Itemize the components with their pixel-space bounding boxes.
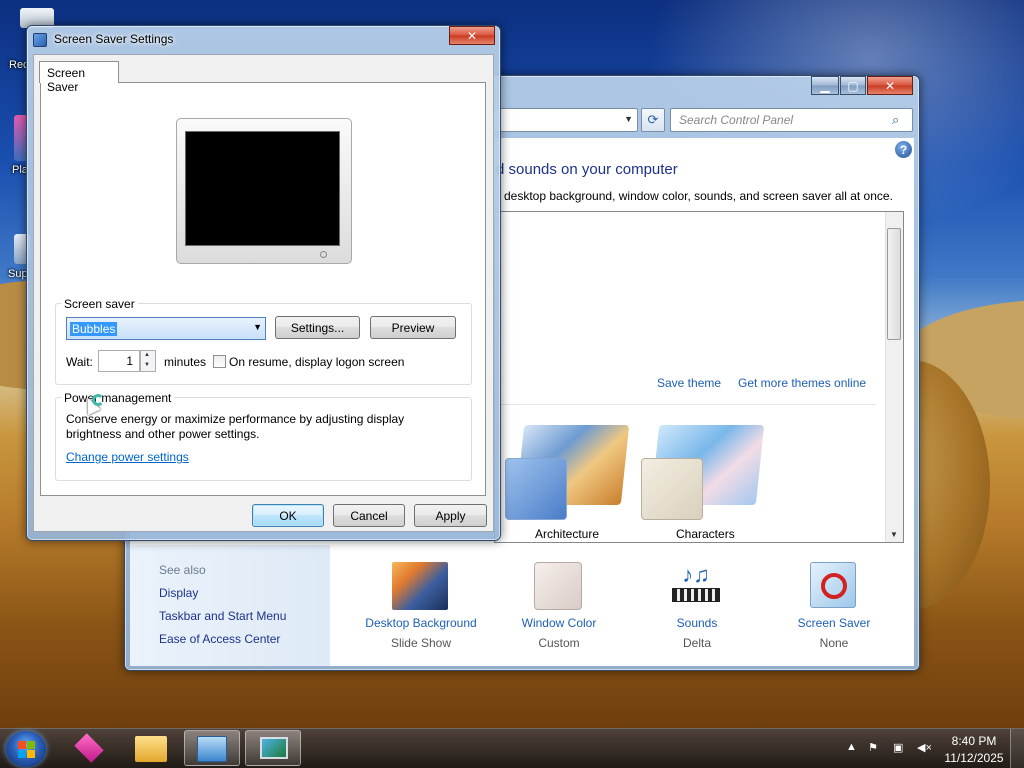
screen-saver-select[interactable]: Bubbles ▼ <box>66 317 266 340</box>
scroll-down-icon[interactable]: ▼ <box>890 530 898 539</box>
change-power-settings-link[interactable]: Change power settings <box>66 450 189 464</box>
display-link[interactable]: Display <box>159 586 198 600</box>
desktop-background-label[interactable]: Desktop Background <box>351 616 491 630</box>
start-button[interactable] <box>6 731 46 767</box>
see-also-title: See also <box>159 563 206 577</box>
desktop-icon-label: Sup <box>8 268 28 280</box>
selected-screen-saver: Bubbles <box>70 322 118 336</box>
monitor-screen <box>185 131 340 246</box>
resume-logon-checkbox[interactable] <box>213 355 226 368</box>
maximize-button[interactable]: ▢ <box>840 76 866 95</box>
apply-button[interactable]: Apply <box>414 504 487 527</box>
sounds-item[interactable]: Sounds Delta <box>627 616 767 650</box>
windows-logo-icon <box>18 741 26 749</box>
characters-theme-preview[interactable] <box>641 458 703 520</box>
dialog-title: Screen Saver Settings <box>54 32 174 46</box>
network-icon[interactable]: ▣ <box>893 741 903 754</box>
power-led-icon <box>320 251 327 258</box>
sounds-label[interactable]: Sounds <box>627 616 767 630</box>
screen-saver-label[interactable]: Screen Saver <box>764 616 904 630</box>
minimize-button[interactable]: ▁ <box>811 76 839 95</box>
page-description: desktop background, window color, sounds… <box>504 189 893 203</box>
theme-name: Architecture <box>535 527 600 541</box>
cancel-button[interactable]: Cancel <box>333 504 405 527</box>
desktop-background-item[interactable]: Desktop Background Slide Show <box>351 616 491 650</box>
busy-indicator-icon <box>92 394 104 406</box>
window-color-icon[interactable] <box>534 562 582 610</box>
sounds-value: Delta <box>682 636 711 650</box>
no-entry-icon <box>821 573 847 599</box>
screen-saver-item[interactable]: Screen Saver None <box>764 616 904 650</box>
wait-stepper[interactable]: ▲ ▼ <box>140 350 156 372</box>
theme-name: Characters <box>676 527 735 541</box>
windows-logo-icon <box>27 750 35 758</box>
taskbar-control-panel-button[interactable] <box>184 730 240 766</box>
taskbar-display-button[interactable] <box>245 730 301 766</box>
app-icon <box>74 733 104 763</box>
wait-label: Wait: <box>66 355 93 369</box>
show-desktop-button[interactable] <box>1010 729 1024 768</box>
control-panel-icon <box>197 736 227 762</box>
architecture-theme-selected[interactable] <box>505 458 567 520</box>
screen-saver-icon[interactable] <box>810 562 856 608</box>
search-icon[interactable]: ⌕ <box>892 112 906 127</box>
spin-up-icon[interactable]: ▲ <box>144 352 150 358</box>
tab-screen-saver[interactable]: Screen Saver <box>39 61 119 94</box>
show-hidden-icons[interactable]: ▲ <box>846 741 857 753</box>
volume-muted-icon[interactable]: ◀× <box>917 741 932 754</box>
wait-minutes-input[interactable]: 1 <box>98 350 140 372</box>
power-description: Conserve energy or maximize performance … <box>66 412 405 441</box>
get-more-themes-link[interactable]: Get more themes online <box>738 376 866 390</box>
window-color-label[interactable]: Window Color <box>489 616 629 630</box>
minutes-label: minutes <box>164 355 207 369</box>
windows-logo-icon <box>27 741 35 749</box>
page-title: d sounds on your computer <box>496 161 678 178</box>
taskbar-start-menu-link[interactable]: Taskbar and Start Menu <box>159 609 286 623</box>
taskbar-app-button[interactable] <box>62 730 118 766</box>
chevron-down-icon[interactable]: ▼ <box>253 322 262 332</box>
display-icon <box>260 737 288 759</box>
clock-date[interactable]: 11/12/2025 <box>944 751 1004 765</box>
ok-button[interactable]: OK <box>252 504 324 527</box>
close-button[interactable]: ✕ <box>867 76 913 95</box>
clock-time[interactable]: 8:40 PM <box>949 734 999 748</box>
resume-logon-label[interactable]: On resume, display logon screen <box>229 355 404 369</box>
ease-of-access-link[interactable]: Ease of Access Center <box>159 632 280 646</box>
chevron-down-icon[interactable]: ▼ <box>624 114 633 124</box>
scrollbar-thumb[interactable] <box>887 228 901 340</box>
desktop-background-value: Slide Show <box>390 636 452 650</box>
desktop-background-icon[interactable] <box>392 562 448 610</box>
refresh-icon[interactable]: ⟳ <box>641 108 665 132</box>
screen-saver-title-icon <box>33 33 47 47</box>
screen-saver-value: None <box>819 636 849 650</box>
search-input[interactable]: Search Control Panel <box>670 108 913 132</box>
taskbar-explorer-button[interactable] <box>123 730 179 766</box>
close-button[interactable]: ✕ <box>449 26 495 45</box>
help-icon[interactable]: ? <box>895 141 912 158</box>
action-center-icon[interactable]: ⚑ <box>868 741 878 754</box>
spin-down-icon[interactable]: ▼ <box>144 362 150 368</box>
group-label: Screen saver <box>61 297 138 311</box>
sounds-icon[interactable]: ♪♫ <box>672 564 720 610</box>
preview-button[interactable]: Preview <box>370 316 456 339</box>
group-label: Power management <box>61 391 175 405</box>
file-explorer-icon <box>135 736 167 762</box>
divider <box>498 404 876 405</box>
window-color-item[interactable]: Window Color Custom <box>489 616 629 650</box>
save-theme-link[interactable]: Save theme <box>657 376 721 390</box>
window-color-value: Custom <box>538 636 580 650</box>
windows-logo-icon <box>18 750 26 758</box>
settings-button[interactable]: Settings... <box>275 316 360 339</box>
